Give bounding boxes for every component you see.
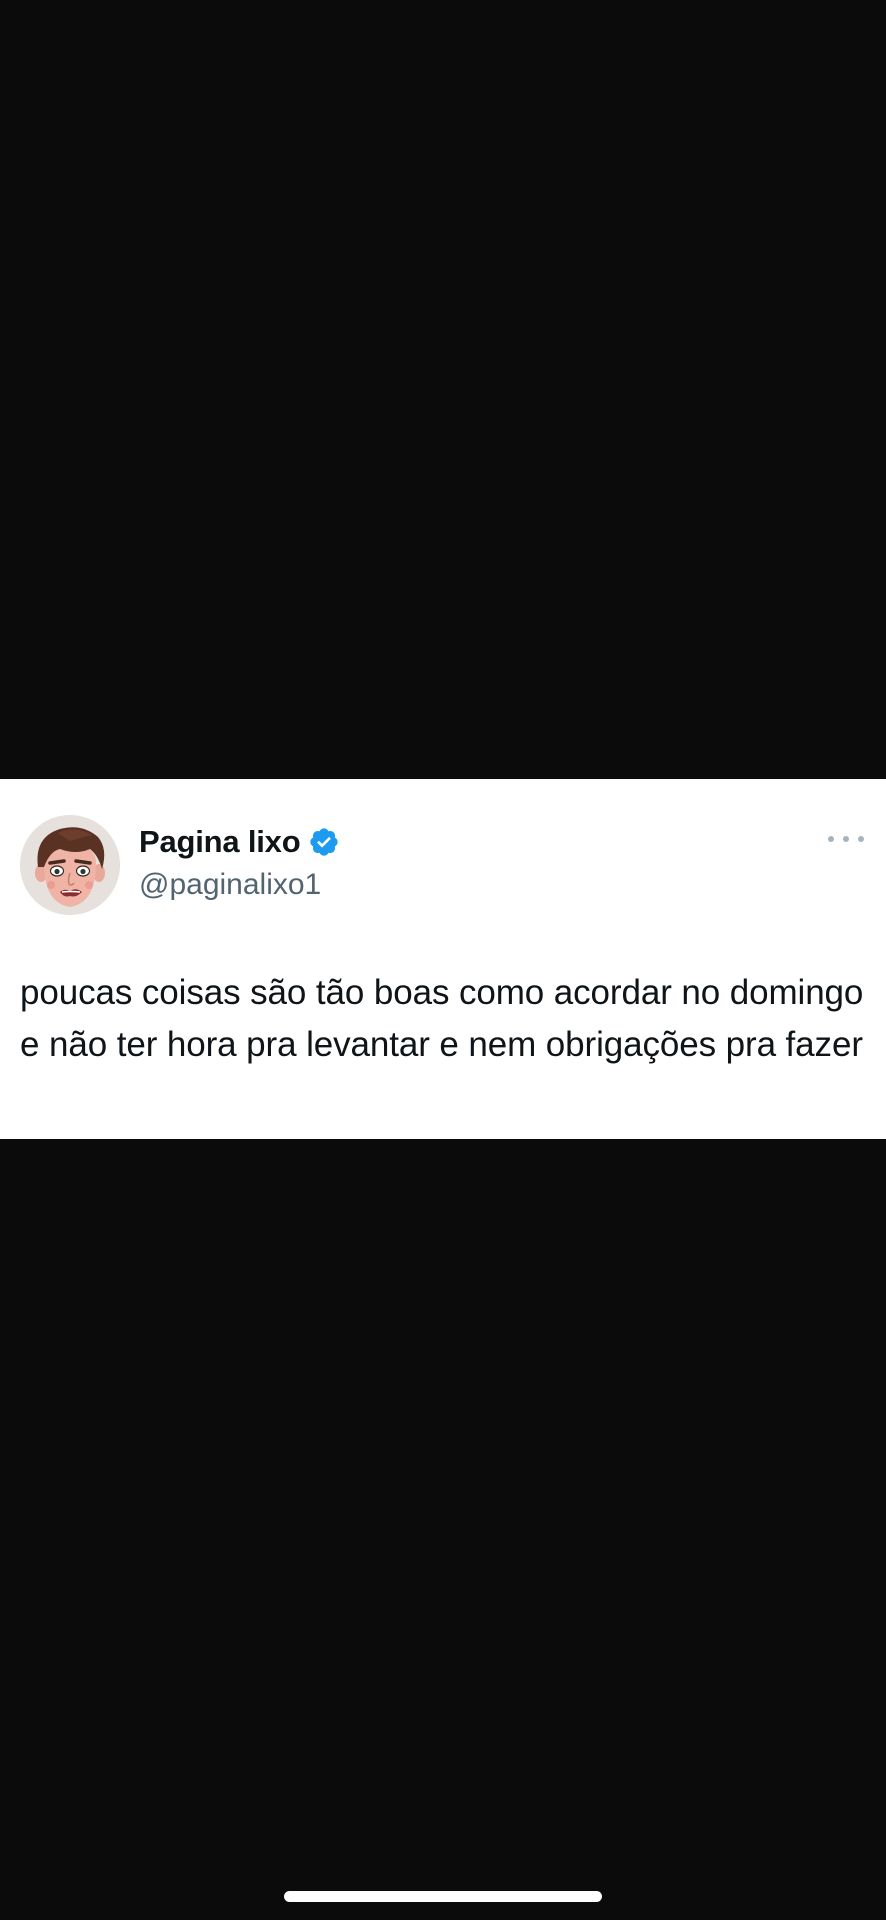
more-options-icon[interactable] — [828, 833, 864, 845]
home-indicator[interactable] — [284, 1891, 602, 1902]
display-name[interactable]: Pagina lixo — [139, 824, 301, 860]
cartoon-face-icon — [20, 815, 120, 915]
dot — [858, 836, 864, 842]
author-name-row: Pagina lixo — [139, 824, 340, 860]
author-handle[interactable]: @paginalixo1 — [139, 868, 321, 902]
dot — [843, 836, 849, 842]
avatar[interactable] — [20, 815, 120, 915]
tweet-text: poucas coisas são tão boas como acordar … — [20, 973, 864, 1064]
verified-badge-icon — [310, 828, 339, 856]
dot — [828, 836, 834, 842]
screen: Pagina lixo @paginalixo1 poucas coisas s… — [0, 0, 886, 1920]
tweet-card[interactable]: Pagina lixo @paginalixo1 poucas coisas s… — [0, 779, 886, 1139]
